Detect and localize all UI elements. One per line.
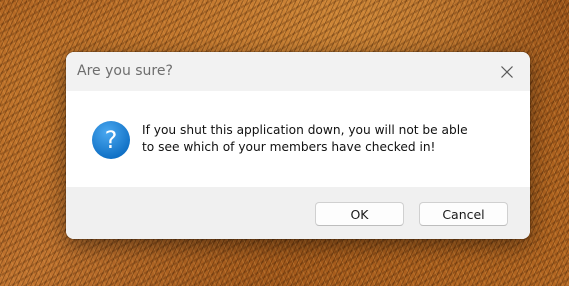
- ok-button[interactable]: OK: [315, 202, 404, 226]
- question-icon: ?: [92, 121, 130, 159]
- message-line-2: to see which of your members have checke…: [142, 140, 436, 154]
- dialog-body: ? If you shut this application down, you…: [66, 91, 530, 187]
- cancel-button[interactable]: Cancel: [419, 202, 508, 226]
- dialog-titlebar: Are you sure?: [66, 52, 530, 91]
- dialog-title: Are you sure?: [77, 63, 173, 79]
- confirm-dialog: Are you sure? ? If you shut this applica…: [66, 52, 530, 239]
- svg-text:?: ?: [105, 126, 118, 154]
- message-line-1: If you shut this application down, you w…: [142, 123, 468, 137]
- dialog-message: If you shut this application down, you w…: [142, 122, 522, 156]
- close-icon: [501, 65, 513, 78]
- dialog-footer: OK Cancel: [66, 187, 530, 239]
- close-button[interactable]: [484, 52, 530, 91]
